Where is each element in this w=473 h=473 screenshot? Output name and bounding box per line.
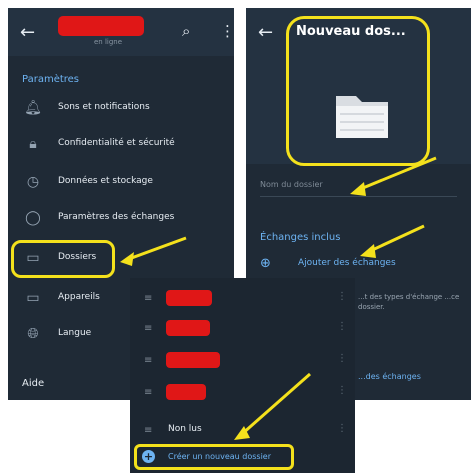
globe-icon: 🌐︎ [27,326,39,342]
help-section-title: Aide [22,378,45,389]
settings-item-label: Appareils [58,292,100,302]
arrow-to-create-folder [234,372,311,440]
excluded-chats-link[interactable]: ...des échanges [358,372,421,381]
include-hint: ...t des types d'échange ...ce dossier. [358,293,460,311]
folders-list-panel: ≡ ⋮ ≡ ⋮ ≡ ⋮ ≡ ⋮ ≡ Non lus ⋮ + Créer un n… [130,278,355,473]
devices-icon: ▭ [26,290,40,306]
settings-item-label: Langue [58,328,92,338]
